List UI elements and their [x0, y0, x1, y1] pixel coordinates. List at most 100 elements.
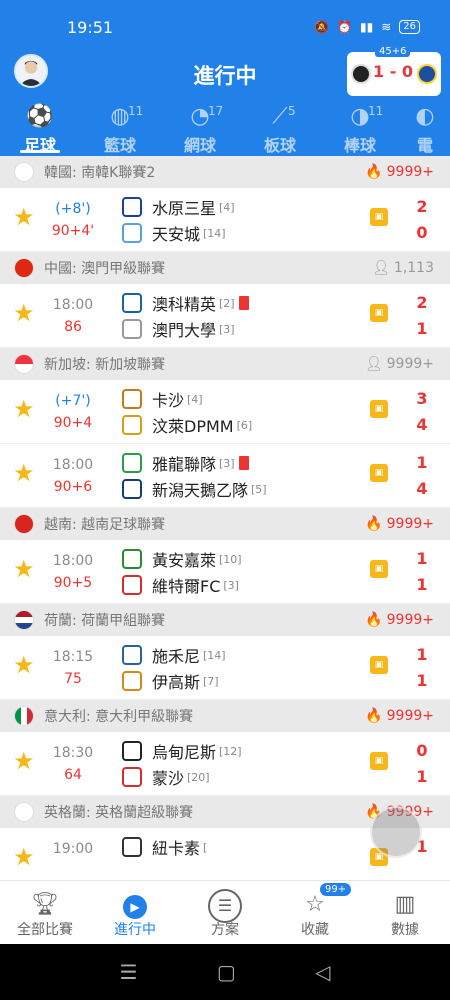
- away-team-name: 伊高斯: [152, 673, 201, 692]
- match-teams: 黃安嘉萊 [10] 維特爾FC [3]: [122, 546, 372, 598]
- away-score: 4: [416, 479, 428, 498]
- league-name: 越南: 越南足球聯賽: [44, 517, 166, 533]
- tab-cricket[interactable]: ⟋ 5 板球: [240, 100, 320, 156]
- system-nav-bar: ☰ ▢ ◁: [0, 944, 450, 1000]
- favorite-star-icon[interactable]: ★: [13, 205, 35, 229]
- match-row[interactable]: ★ (+8') 90+4' 水原三星 [4] 天安城 [14] ▣ 2 0: [0, 188, 450, 252]
- tab-baseball[interactable]: ◑ 11 棒球: [320, 100, 400, 156]
- nav-all-matches[interactable]: 🏆︎ 全部比賽: [0, 881, 90, 944]
- app-header: 進行中 45+6 1 - 0: [0, 46, 450, 100]
- match-row[interactable]: ★ 18:00 90+5 黃安嘉萊 [10] 維特爾FC [3] ▣ 1 1: [0, 540, 450, 604]
- favorite-star-icon[interactable]: ★: [13, 397, 35, 421]
- away-crest-icon: [122, 575, 142, 595]
- chart-icon: ▥: [394, 892, 416, 917]
- league-header[interactable]: 意大利: 意大利甲級聯賽 🔥 9999+: [0, 700, 450, 732]
- netherlands-flag-icon: [14, 610, 34, 630]
- floating-assist-button[interactable]: [370, 806, 422, 858]
- live-match-card[interactable]: 45+6 1 - 0: [347, 46, 441, 96]
- tab-tennis[interactable]: ◔ 17 網球: [160, 100, 240, 156]
- home-crest-icon: [122, 453, 142, 473]
- favorite-star-icon[interactable]: ★: [13, 653, 35, 677]
- away-team-name: 維特爾FC: [152, 577, 221, 596]
- home-team: 水原三星 [4]: [122, 194, 372, 220]
- match-list: 韓國: 南韓K聯賽2 🔥 9999+ ★ (+8') 90+4' 水原三星 [4] …: [0, 156, 450, 892]
- league-header[interactable]: 新加坡: 新加坡聯賽 👤︎ 9999+: [0, 348, 450, 380]
- tab-label: 電: [416, 136, 433, 155]
- favorite-star-icon[interactable]: ★: [13, 461, 35, 485]
- away-team: 汶萊DPMM [6]: [122, 412, 372, 438]
- popularity-count: 1,113: [393, 260, 434, 276]
- away-team-rank: [7]: [203, 674, 219, 688]
- match-start-time: 18:00: [52, 457, 94, 473]
- favorite-star-icon[interactable]: ★: [13, 301, 35, 325]
- match-teams: 雅龍聯隊 [3] 新潟天鵝乙隊 [5]: [122, 450, 372, 502]
- match-teams: 紐卡素 [: [122, 834, 372, 886]
- league-name: 韓國: 南韓K聯賽2: [44, 165, 156, 181]
- vietnam-flag-icon: [14, 514, 34, 534]
- match-time: (+8') 90+4': [40, 201, 106, 239]
- league-header[interactable]: 荷蘭: 荷蘭甲組聯賽 🔥 9999+: [0, 604, 450, 636]
- away-team-name: 汶萊DPMM: [152, 417, 234, 436]
- away-team-name: 蒙沙: [152, 769, 185, 788]
- league-header[interactable]: 越南: 越南足球聯賽 🔥 9999+: [0, 508, 450, 540]
- live-stream-icon[interactable]: ▣: [370, 464, 388, 482]
- trophy-icon: 🏆︎: [31, 892, 59, 917]
- nav-data[interactable]: ▥ 數據: [360, 881, 450, 944]
- home-crest-icon: [122, 293, 142, 313]
- live-stream-icon[interactable]: ▣: [370, 208, 388, 226]
- menu-icon[interactable]: ☰: [120, 960, 138, 984]
- live-stream-icon[interactable]: ▣: [370, 560, 388, 578]
- home-team-name: 雅龍聯隊: [152, 455, 217, 474]
- league-name: 荷蘭: 荷蘭甲組聯賽: [44, 613, 166, 629]
- soccer-ball-icon: ⚽: [26, 104, 54, 129]
- match-minute: 90+5: [53, 575, 93, 591]
- match-minute: 90+6: [53, 479, 93, 495]
- bottom-nav: 🏆︎ 全部比賽 ▶ 進行中 ☰ 方案 ☆ 99+ 收藏 ▥ 數據: [0, 880, 450, 944]
- away-team-rank: [5]: [251, 482, 267, 496]
- home-icon[interactable]: ▢: [217, 960, 236, 984]
- nav-favorites[interactable]: ☆ 99+ 收藏: [270, 881, 360, 944]
- match-start-time: 18:00: [52, 297, 94, 313]
- tab-soccer[interactable]: ⚽ 足球: [0, 100, 80, 156]
- favorite-star-icon[interactable]: ★: [13, 845, 35, 869]
- league-name: 意大利: 意大利甲級聯賽: [44, 709, 194, 725]
- match-row[interactable]: ★ 18:30 64 烏甸尼斯 [12] 蒙沙 [20] ▣ 0 1: [0, 732, 450, 796]
- tab-esports[interactable]: ◐ 電: [400, 100, 450, 156]
- favorite-star-icon[interactable]: ★: [13, 749, 35, 773]
- live-stream-icon[interactable]: ▣: [370, 752, 388, 770]
- match-score: 3 4: [412, 386, 432, 438]
- away-crest-icon: [122, 479, 142, 499]
- away-team-name: 澳門大學: [152, 321, 217, 340]
- live-stream-icon[interactable]: ▣: [370, 400, 388, 418]
- back-icon[interactable]: ◁: [315, 960, 330, 984]
- home-team-rank: [14]: [203, 648, 226, 662]
- nav-label: 全部比賽: [17, 922, 73, 938]
- away-team-rank: [3]: [219, 322, 235, 336]
- away-team-rank: [14]: [203, 226, 226, 240]
- match-row[interactable]: ★ 18:00 86 澳科精英 [2] 澳門大學 [3] ▣ 2 1: [0, 284, 450, 348]
- match-row[interactable]: ★ 18:00 90+6 雅龍聯隊 [3] 新潟天鵝乙隊 [5] ▣ 1 4: [0, 444, 450, 508]
- league-header[interactable]: 中國: 澳門甲級聯賽 👤︎ 1,113: [0, 252, 450, 284]
- status-bar: 19:51 🔕 ⏰ ▮▮ ≋ 26: [0, 0, 450, 52]
- league-name: 中國: 澳門甲級聯賽: [44, 261, 166, 277]
- league-header[interactable]: 韓國: 南韓K聯賽2 🔥 9999+: [0, 156, 450, 188]
- league-popularity: 🔥 9999+: [365, 612, 434, 628]
- away-team: 新潟天鵝乙隊 [5]: [122, 476, 372, 502]
- match-score: 2 1: [412, 290, 432, 342]
- home-team-name: 黃安嘉萊: [152, 551, 217, 570]
- nav-plans[interactable]: ☰ 方案: [180, 881, 270, 944]
- nav-live[interactable]: ▶ 進行中: [90, 881, 180, 944]
- match-minute: 75: [64, 671, 82, 687]
- live-stream-icon[interactable]: ▣: [370, 656, 388, 674]
- tab-basketball[interactable]: ◍ 11 籃球: [80, 100, 160, 156]
- home-team-rank: [: [203, 840, 208, 854]
- nav-label: 數據: [391, 922, 419, 938]
- match-score: 0 1: [412, 738, 432, 790]
- favorite-star-icon[interactable]: ★: [13, 557, 35, 581]
- home-team-name: 紐卡素: [152, 839, 201, 858]
- tab-label: 板球: [263, 136, 296, 155]
- match-row[interactable]: ★ 18:15 75 施禾尼 [14] 伊高斯 [7] ▣ 1 1: [0, 636, 450, 700]
- match-row[interactable]: ★ (+7') 90+4 卡沙 [4] 汶萊DPMM [6] ▣ 3 4: [0, 380, 450, 444]
- home-score: 1: [416, 453, 428, 472]
- live-stream-icon[interactable]: ▣: [370, 304, 388, 322]
